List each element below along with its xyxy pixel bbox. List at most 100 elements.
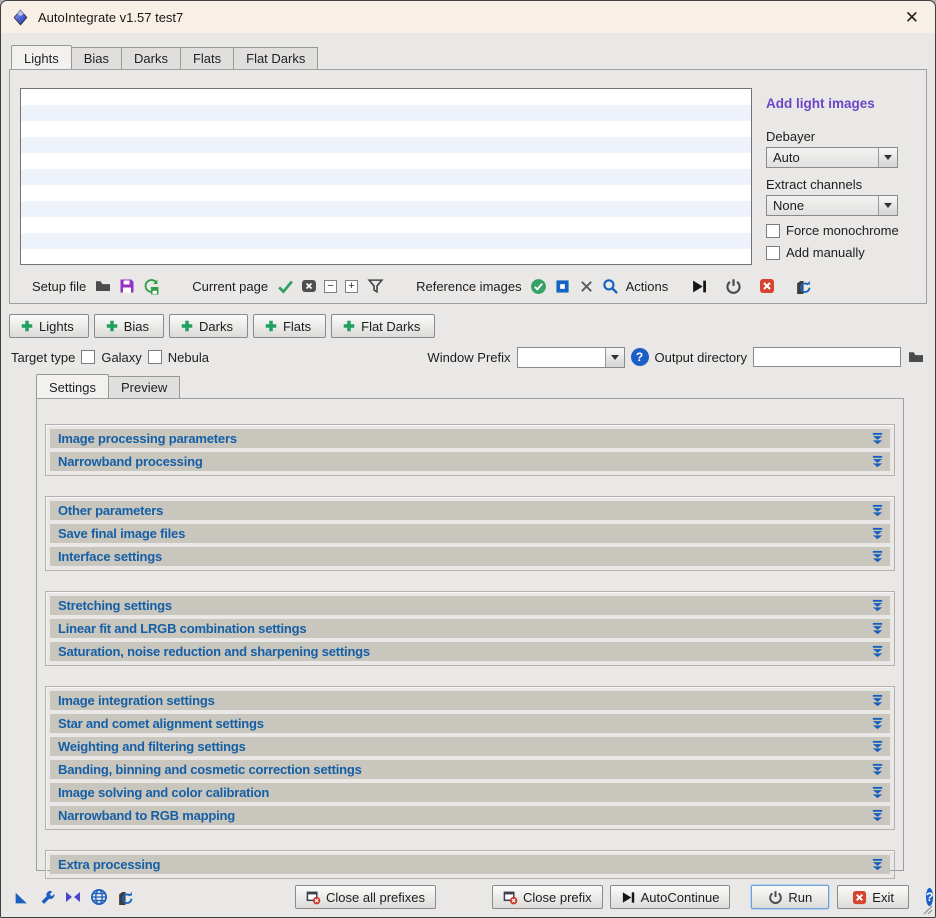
clear-reference-icon[interactable] (578, 277, 596, 295)
galaxy-checkbox[interactable] (81, 350, 95, 364)
expand-section-icon[interactable] (871, 740, 884, 753)
section-narrowband-to-rgb-mapping[interactable]: Narrowband to RGB mapping (50, 806, 890, 825)
close-window-icon[interactable]: ✕ (900, 7, 924, 28)
extract-channels-dropdown-button[interactable] (878, 196, 897, 215)
power-icon (768, 890, 783, 905)
tab-lights[interactable]: Lights (11, 45, 72, 69)
autocontinue-button[interactable]: AutoContinue (610, 885, 731, 909)
add-flats-button[interactable]: Flats (253, 314, 326, 338)
section-group-5: Extra processing (45, 850, 895, 879)
add-flat-darks-button[interactable]: Flat Darks (331, 314, 435, 338)
expand-section-icon[interactable] (871, 599, 884, 612)
compress-icon[interactable] (65, 887, 81, 907)
section-other-parameters[interactable]: Other parameters (50, 501, 890, 520)
extract-channels-label: Extract channels (766, 177, 916, 192)
section-stretching-settings[interactable]: Stretching settings (50, 596, 890, 615)
section-image-integration-settings[interactable]: Image integration settings (50, 691, 890, 710)
expand-section-icon[interactable] (871, 455, 884, 468)
app-window: AutoIntegrate v1.57 test7 ✕ Lights Bias … (0, 0, 936, 918)
chevron-down-icon (884, 155, 892, 160)
expand-section-icon[interactable] (871, 550, 884, 563)
expand-section-icon[interactable] (871, 763, 884, 776)
debayer-select[interactable]: Auto (766, 147, 898, 168)
nebula-checkbox[interactable] (148, 350, 162, 364)
camera-preview-icon[interactable] (117, 887, 134, 907)
tab-flats[interactable]: Flats (180, 47, 234, 69)
new-instance-icon[interactable] (13, 887, 30, 907)
clear-page-icon[interactable] (300, 277, 318, 295)
section-saturation-noise-sharpening[interactable]: Saturation, noise reduction and sharpeni… (50, 642, 890, 661)
reference-square-icon[interactable] (554, 277, 572, 295)
save-setup-as-icon[interactable] (142, 277, 160, 295)
collapse-icon[interactable]: − (324, 280, 337, 293)
close-prefix-button[interactable]: Close prefix (492, 885, 603, 909)
tab-flat-darks[interactable]: Flat Darks (233, 47, 318, 69)
section-linear-fit-lrgb[interactable]: Linear fit and LRGB combination settings (50, 619, 890, 638)
add-manually-checkbox[interactable] (766, 246, 780, 260)
open-setup-folder-icon[interactable] (94, 277, 112, 295)
tab-settings[interactable]: Settings (36, 374, 109, 398)
section-image-processing-parameters[interactable]: Image processing parameters (50, 429, 890, 448)
expand-section-icon[interactable] (871, 694, 884, 707)
extract-channels-select[interactable]: None (766, 195, 898, 216)
expand-section-icon[interactable] (871, 645, 884, 658)
plus-icon (105, 319, 119, 333)
force-monochrome-checkbox[interactable] (766, 224, 780, 238)
resize-grip[interactable] (921, 903, 933, 915)
galaxy-label: Galaxy (101, 350, 141, 365)
expand-section-icon[interactable] (871, 504, 884, 517)
tab-preview[interactable]: Preview (108, 376, 180, 398)
section-star-comet-alignment[interactable]: Star and comet alignment settings (50, 714, 890, 733)
window-prefix-label: Window Prefix (427, 350, 510, 365)
section-banding-binning-cosmetic[interactable]: Banding, binning and cosmetic correction… (50, 760, 890, 779)
filter-icon[interactable] (366, 277, 384, 295)
expand-section-icon[interactable] (871, 432, 884, 445)
section-extra-processing[interactable]: Extra processing (50, 855, 890, 874)
debayer-label: Debayer (766, 129, 916, 144)
expand-section-icon[interactable] (871, 717, 884, 730)
files-group-box: Add light images Debayer Auto Extract ch… (9, 69, 927, 304)
run-label: Run (788, 890, 812, 905)
window-prefix-dropdown-button[interactable] (605, 348, 624, 367)
section-image-solving-color-calibration[interactable]: Image solving and color calibration (50, 783, 890, 802)
expand-section-icon[interactable] (871, 527, 884, 540)
search-icon[interactable] (602, 277, 620, 295)
file-list[interactable] (20, 88, 752, 265)
force-monochrome-label: Force monochrome (786, 223, 899, 238)
run-power-icon[interactable] (724, 277, 742, 295)
exit-button[interactable]: Exit (837, 885, 909, 909)
output-folder-icon[interactable] (907, 348, 925, 366)
expand-icon[interactable]: + (345, 280, 358, 293)
title-bar: AutoIntegrate v1.57 test7 ✕ (1, 1, 935, 33)
section-group-1: Image processing parameters Narrowband p… (45, 424, 895, 476)
add-lights-button[interactable]: Lights (9, 314, 89, 338)
output-directory-input[interactable] (753, 347, 901, 367)
add-darks-button[interactable]: Darks (169, 314, 248, 338)
section-narrowband-processing[interactable]: Narrowband processing (50, 452, 890, 471)
exit-x-icon[interactable] (758, 277, 776, 295)
expand-section-icon[interactable] (871, 786, 884, 799)
accept-check-icon[interactable] (276, 277, 294, 295)
section-weighting-filtering[interactable]: Weighting and filtering settings (50, 737, 890, 756)
autocontinue-icon[interactable] (690, 277, 708, 295)
expand-section-icon[interactable] (871, 622, 884, 635)
globe-icon[interactable] (90, 887, 108, 907)
debayer-dropdown-button[interactable] (878, 148, 897, 167)
window-prefix-help-icon[interactable]: ? (631, 348, 649, 366)
check-circle-icon[interactable] (530, 277, 548, 295)
tab-bias[interactable]: Bias (71, 47, 122, 69)
section-interface-settings[interactable]: Interface settings (50, 547, 890, 566)
window-prefix-select[interactable] (517, 347, 625, 368)
autocontinue-label: AutoContinue (641, 890, 720, 905)
update-preview-icon[interactable] (794, 277, 812, 295)
wrench-icon[interactable] (39, 887, 56, 907)
close-all-prefixes-button[interactable]: Close all prefixes (295, 885, 436, 909)
tab-darks[interactable]: Darks (121, 47, 181, 69)
expand-section-icon[interactable] (871, 809, 884, 822)
run-button[interactable]: Run (751, 885, 829, 909)
save-setup-icon[interactable] (118, 277, 136, 295)
add-bias-button[interactable]: Bias (94, 314, 164, 338)
section-save-final-image-files[interactable]: Save final image files (50, 524, 890, 543)
section-label: Narrowband processing (58, 454, 203, 469)
expand-section-icon[interactable] (871, 858, 884, 871)
